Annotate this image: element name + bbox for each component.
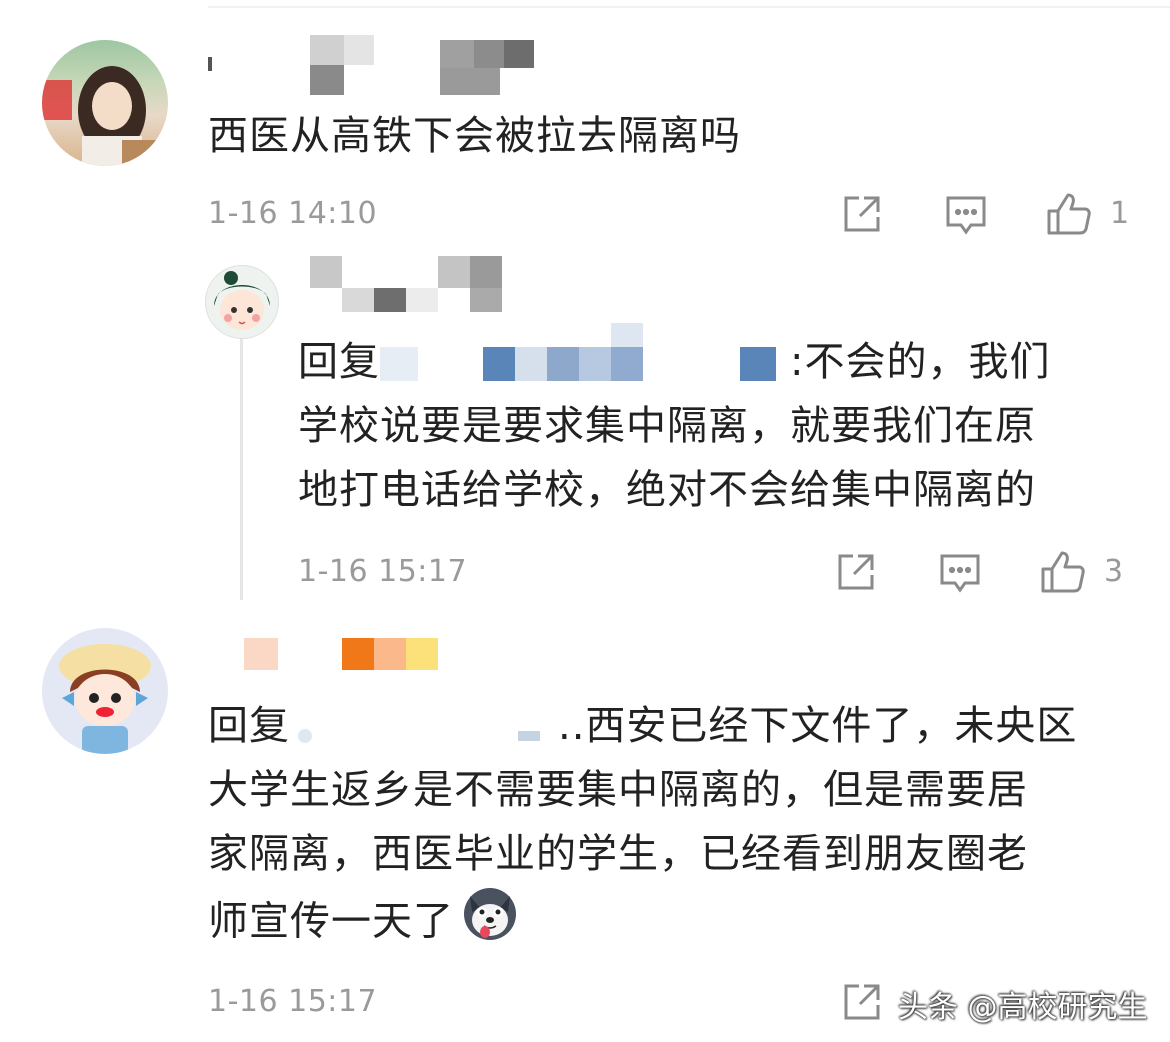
comment-line: 师宣传一天了 <box>208 886 1148 961</box>
comment-line: 大学生返乡是不需要集中隔离的，但是需要居 <box>208 767 1028 813</box>
reply-icon[interactable] <box>939 553 981 595</box>
like-count: 1 <box>1110 196 1130 231</box>
top-divider <box>208 6 1170 8</box>
comment-line: 地打电话给学校，绝对不会给集中隔离的 <box>298 467 1036 513</box>
comment-text: 回复 ..西安已经下文件了，未央区 大学生返乡是不需要集中隔离的，但是需要居 家… <box>208 694 1148 961</box>
comment-time: 1-16 15:17 <box>298 554 468 589</box>
comment-line: 家隔离，西医毕业的学生，已经看到朋友圈老 <box>208 831 1028 877</box>
reply-body-line: ..西安已经下文件了，未央区 <box>558 703 1078 749</box>
share-icon[interactable] <box>836 552 876 592</box>
reply-prefix: 回复 <box>208 703 290 749</box>
avatar[interactable] <box>42 628 168 754</box>
thread-line <box>240 305 243 600</box>
mention-blurred[interactable] <box>290 703 558 753</box>
reply-icon[interactable] <box>945 195 987 237</box>
comment-line: 回复 :不会的，我们 <box>298 323 1128 394</box>
avatar[interactable] <box>205 265 279 339</box>
comment-text: 回复 :不会的，我们 学校说要是要求集中隔离，就要我们在原 地打电话给学校，绝对… <box>298 323 1128 522</box>
reply-body-line: 师宣传一天了 <box>208 898 454 945</box>
dog-emoji-icon <box>462 886 518 961</box>
comment-time: 1-16 15:17 <box>208 984 378 1019</box>
avatar[interactable] <box>42 40 168 166</box>
comment-line: 回复 ..西安已经下文件了，未央区 <box>208 694 1148 758</box>
share-icon[interactable] <box>842 194 882 234</box>
like-icon[interactable] <box>1040 549 1086 595</box>
share-icon[interactable] <box>842 982 882 1022</box>
like-icon[interactable] <box>1046 191 1092 237</box>
reply-prefix: 回复 <box>298 339 380 385</box>
mention-blurred[interactable] <box>380 323 790 389</box>
username-blurred[interactable] <box>240 634 450 676</box>
comment-time: 1-16 14:10 <box>208 196 378 231</box>
reply-body-line: :不会的，我们 <box>790 339 1051 385</box>
like-count: 3 <box>1104 554 1124 589</box>
username-blurred[interactable] <box>310 256 510 312</box>
username-blurred[interactable] <box>208 35 548 95</box>
watermark: 头条 @高校研究生 <box>898 990 1148 1025</box>
comment-text: 西医从高铁下会被拉去隔离吗 <box>208 113 741 159</box>
comment-line: 学校说要是要求集中隔离，就要我们在原 <box>298 403 1036 449</box>
